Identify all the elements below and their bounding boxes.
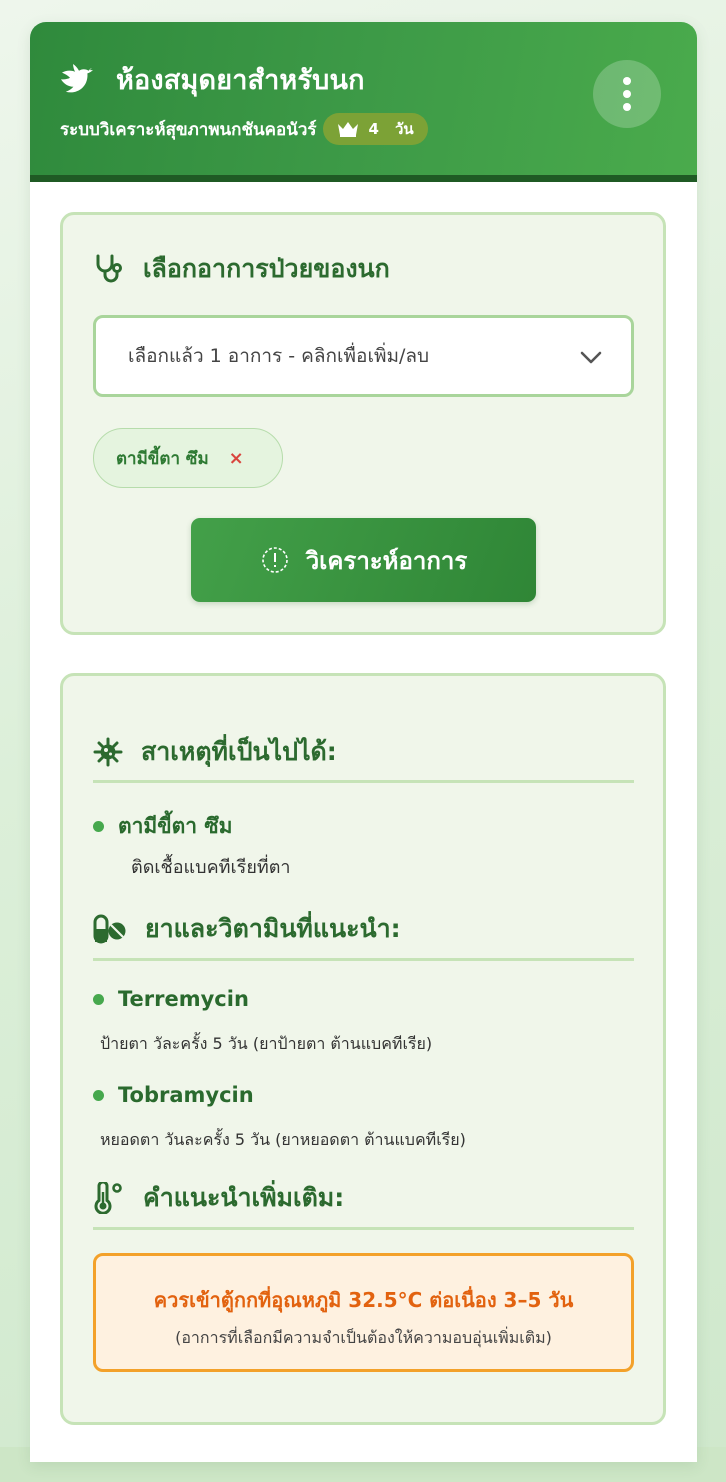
cause-item-symptom: ตามีขี้ตา ซึม [93, 810, 232, 843]
analyze-button-label: วิเคราะห์อาการ [305, 546, 468, 575]
chevron-down-icon [580, 351, 602, 364]
meds-divider [93, 958, 634, 961]
causes-heading: สาเหตุที่เป็นไปได้: [93, 732, 337, 772]
bullet-dot [93, 993, 104, 1005]
med-name: Tobramycin [118, 1083, 254, 1107]
stethoscope-icon [96, 254, 122, 283]
header-subtitle: ระบบวิเคราะห์สุขภาพนกชันคอนัวร์ [60, 119, 317, 140]
chip-label: ตามีขี้ตา ซึม [116, 448, 209, 469]
cause-symptom-label: ตามีขี้ตา ซึม [118, 814, 233, 838]
kebab-menu-icon-dot [623, 103, 631, 111]
symptom-select-title: เลือกอาการป่วยของนก [143, 254, 390, 283]
app-header: ห้องสมุดยาสำหรับนก ระบบวิเคราะห์สุขภาพนก… [30, 22, 697, 182]
selected-symptom-chip: ตามีขี้ตา ซึม × [93, 428, 283, 488]
advice-heading: คำแนะนำเพิ่มเติม: [93, 1178, 344, 1218]
kebab-menu-icon-dot [623, 90, 631, 98]
causes-title: สาเหตุที่เป็นไปได้: [141, 737, 337, 766]
kebab-menu-icon [623, 77, 631, 85]
pills-icon [93, 914, 126, 944]
days-count: 4 [368, 120, 379, 138]
virus-icon [93, 737, 123, 767]
results-panel: สาเหตุที่เป็นไปได้: ตามีขี้ตา ซึม ติดเชื… [60, 673, 666, 1425]
advice-sub-text: (อาการที่เลือกมีความจำเป็นต้องให้ความอบอ… [175, 1328, 552, 1347]
bullet-dot [93, 821, 104, 832]
analyze-button[interactable]: วิเคราะห์อาการ [191, 518, 536, 602]
app-card: ห้องสมุดยาสำหรับนก ระบบวิเคราะห์สุขภาพนก… [30, 22, 697, 1462]
crown-icon [337, 122, 358, 137]
advice-divider [93, 1227, 634, 1230]
symptom-select-heading: เลือกอาการป่วยของนก [93, 249, 390, 289]
advice-title: คำแนะนำเพิ่มเติม: [143, 1183, 345, 1212]
med-item-name: Tobramycin [93, 1083, 254, 1107]
meds-title: ยาและวิตามินที่แนะนำ: [145, 914, 401, 943]
menu-button[interactable] [593, 60, 661, 128]
header-subtitle-row: ระบบวิเคราะห์สุขภาพนกชันคอนัวร์ 4 วัน [60, 113, 428, 145]
symptom-select-panel: เลือกอาการป่วยของนก เลือกแล้ว 1 อาการ - … [60, 212, 666, 635]
thermometer-icon [94, 1182, 122, 1214]
cause-description: ติดเชื้อแบคทีเรียที่ตา [131, 857, 291, 878]
days-badge: 4 วัน [322, 113, 428, 145]
page-title: ห้องสมุดยาสำหรับนก [116, 65, 365, 96]
bullet-dot [93, 1089, 104, 1101]
med-item-name: Terremycin [93, 987, 249, 1011]
symptom-dropdown[interactable]: เลือกแล้ว 1 อาการ - คลิกเพื่อเพิ่ม/ลบ [93, 315, 634, 397]
symptom-dropdown-text: เลือกแล้ว 1 อาการ - คลิกเพื่อเพิ่ม/ลบ [128, 345, 430, 367]
dove-icon [61, 63, 93, 92]
causes-divider [93, 780, 634, 783]
days-unit: วัน [394, 120, 414, 138]
med-name: Terremycin [118, 987, 249, 1011]
advice-main-text: ควรเข้าตู้กกที่อุณหภูมิ 32.5°C ต่อเนื่อง… [153, 1288, 574, 1312]
med-usage: ป้ายตา วัละครั้ง 5 วัน (ยาป้ายตา ต้านแบค… [100, 1034, 433, 1053]
meds-heading: ยาและวิตามินที่แนะนำ: [93, 909, 401, 949]
info-circle-icon [261, 547, 288, 573]
incubator-advice-box: ควรเข้าตู้กกที่อุณหภูมิ 32.5°C ต่อเนื่อง… [93, 1253, 634, 1372]
chip-remove-button[interactable]: × [229, 448, 244, 469]
header-title-row: ห้องสมุดยาสำหรับนก [60, 58, 365, 101]
med-usage: หยอดตา วันละครั้ง 5 วัน (ยาหยอดตา ต้านแบ… [100, 1130, 466, 1149]
